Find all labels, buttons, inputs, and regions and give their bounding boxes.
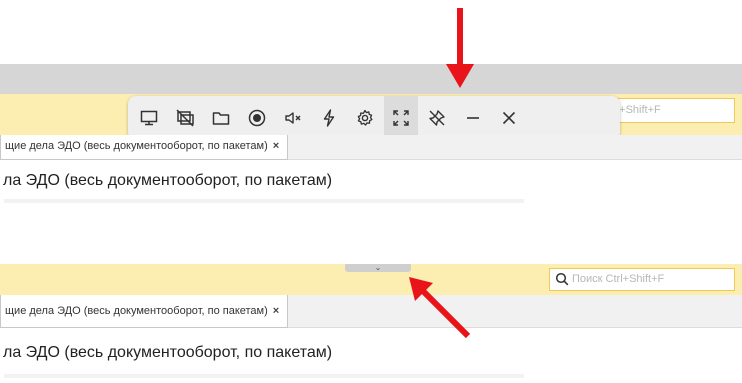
tab-strip-top: щие дела ЭДО (весь документооборот, по п… [0, 135, 742, 160]
tab-edo-top[interactable]: щие дела ЭДО (весь документооборот, по п… [0, 135, 289, 160]
chevron-down-icon: ⌄ [374, 263, 382, 272]
search-placeholder-bottom: Поиск Ctrl+Shift+F [572, 273, 665, 285]
settings-button[interactable] [348, 96, 382, 140]
tab-label: щие дела ЭДО (весь документооборот, по п… [5, 140, 268, 152]
tab-label: щие дела ЭДО (весь документооборот, по п… [5, 305, 268, 317]
window-titlebar [0, 64, 742, 94]
fullscreen-button[interactable] [384, 96, 418, 140]
lightning-button[interactable] [312, 96, 346, 140]
no-screen-button[interactable] [168, 96, 202, 140]
record-button[interactable] [240, 96, 274, 140]
tab-edo-bottom[interactable]: щие дела ЭДО (весь документооборот, по п… [0, 295, 289, 328]
toolbar-reveal-handle[interactable]: ⌄ [345, 264, 411, 272]
close-button[interactable] [492, 96, 526, 140]
minimize-icon [467, 117, 479, 119]
mute-icon [285, 112, 301, 124]
minimize-button[interactable] [456, 96, 490, 140]
record-icon [248, 109, 266, 127]
mute-button[interactable] [276, 96, 310, 140]
faint-row-bottom [4, 374, 524, 378]
faint-row-top [4, 199, 524, 203]
fullscreen-icon [393, 110, 409, 126]
folder-icon [212, 112, 230, 125]
search-icon [555, 272, 569, 286]
close-icon [502, 111, 516, 125]
unpin-button[interactable] [420, 96, 454, 140]
page-title-bottom: ла ЭДО (весь документооборот, по пакетам… [3, 344, 333, 361]
no-screen-icon [176, 109, 194, 127]
tab-close-icon[interactable]: × [273, 305, 279, 317]
folder-button[interactable] [204, 96, 238, 140]
tab-close-icon[interactable]: × [273, 140, 279, 152]
monitor-button[interactable] [132, 96, 166, 140]
page-title-top: ла ЭДО (весь документооборот, по пакетам… [3, 172, 333, 189]
unpin-icon [429, 110, 445, 126]
tab-strip-bottom: щие дела ЭДО (весь документооборот, по п… [0, 295, 742, 328]
monitor-icon [140, 110, 158, 126]
floating-window-toolbar [128, 96, 620, 140]
settings-icon [357, 109, 373, 126]
lightning-icon [323, 109, 335, 127]
